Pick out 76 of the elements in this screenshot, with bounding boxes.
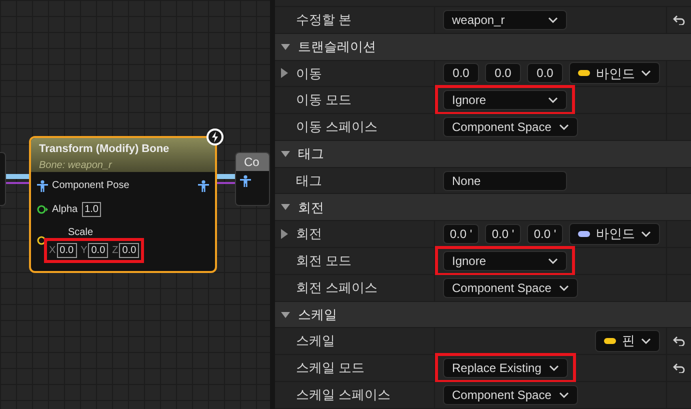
chevron-down-icon xyxy=(548,258,558,264)
collapse-triangle-icon xyxy=(281,312,290,318)
number-field[interactable]: 0.0 xyxy=(527,63,563,84)
property-label: 이동 스페이스 xyxy=(296,118,378,136)
transform-node[interactable]: Transform (Modify) Bone Bone: weapon_r Component Pose Alpha 1.0 Scale X 0.0 Y 0.0 Z 0.0 xyxy=(29,136,217,273)
pose-pin-icon xyxy=(37,180,48,192)
collapse-triangle-icon xyxy=(281,204,290,210)
number-field[interactable]: 0.0 ' xyxy=(443,224,479,244)
chevron-down-icon xyxy=(559,392,570,398)
chevron-down-icon xyxy=(559,284,570,291)
binding-dropdown[interactable]: 바인드 xyxy=(569,62,660,84)
property-label: 회전 모드 xyxy=(296,252,352,270)
section-title: 회전 xyxy=(298,198,324,217)
graph-canvas[interactable]: Co Transform (Modify) Bone Bone: weapon_r Component Pose Alpha 1.0 Scale X 0.0 Y 0.0 Z 0.0 xyxy=(0,0,270,409)
dropdown[interactable]: Component Space xyxy=(443,385,578,406)
pin-label: Alpha xyxy=(52,203,78,217)
reset-arrow-icon[interactable] xyxy=(673,336,685,346)
section-header[interactable]: 회전 xyxy=(275,194,691,222)
property-label: 태그 xyxy=(296,172,322,190)
dropdown[interactable]: Component Space xyxy=(443,278,578,298)
number-field[interactable]: 1.0 xyxy=(82,202,102,217)
expand-triangle-icon[interactable] xyxy=(281,228,288,239)
dropdown[interactable]: Replace Existing xyxy=(443,358,568,378)
node[interactable]: Co xyxy=(235,152,270,206)
property-label: 이동 xyxy=(296,64,322,83)
property-label: 스케일 모드 xyxy=(296,359,365,378)
dropdown[interactable]: weapon_r xyxy=(443,10,567,30)
dropdown[interactable]: Ignore xyxy=(443,250,567,271)
number-field[interactable]: 0.0 ' xyxy=(527,224,563,244)
pose-pin-icon xyxy=(240,175,251,187)
axis-label: Y xyxy=(80,244,88,258)
float-pin-icon[interactable] xyxy=(37,205,48,214)
chevron-down-icon xyxy=(641,70,651,76)
property-label: 스케일 스페이스 xyxy=(296,386,391,404)
number-field[interactable]: 0.0 xyxy=(56,243,77,258)
property-label: 수정할 본 xyxy=(296,11,352,30)
lightning-badge-icon xyxy=(206,128,224,146)
dropdown[interactable]: Ignore xyxy=(443,90,567,110)
section-header[interactable]: 트랜슬레이션 xyxy=(275,34,691,61)
chevron-down-icon xyxy=(559,124,570,130)
section-title: 스케일 xyxy=(298,306,337,324)
text-field[interactable]: None xyxy=(443,170,567,191)
property-label: 회전 xyxy=(296,225,322,244)
node-subtitle: Bone: weapon_r xyxy=(39,158,113,172)
reset-arrow-icon[interactable] xyxy=(673,14,685,25)
pin-label: Scale xyxy=(68,228,94,238)
number-field[interactable]: 0.0 xyxy=(88,243,108,258)
section-header[interactable]: 스케일 xyxy=(275,302,691,328)
chevron-down-icon xyxy=(548,16,558,23)
number-field[interactable]: 0.0 xyxy=(119,243,140,258)
pin-label: Component Pose xyxy=(52,179,130,193)
property-label: 회전 스페이스 xyxy=(296,279,378,298)
binding-dropdown[interactable]: 핀 xyxy=(595,330,660,352)
node-title: Transform (Modify) Bone xyxy=(39,142,170,157)
node-title: Co xyxy=(236,153,269,171)
collapse-triangle-icon xyxy=(281,44,290,50)
property-label: 스케일 xyxy=(296,332,335,350)
number-field[interactable]: 0.0 ' xyxy=(485,224,521,244)
axis-label: Z xyxy=(112,244,118,258)
number-field[interactable]: 0.0 xyxy=(443,63,479,84)
pose-pin-icon xyxy=(198,180,209,192)
chevron-down-icon xyxy=(641,230,651,237)
property-label: 이동 모드 xyxy=(296,91,352,110)
binding-dropdown[interactable]: 바인드 xyxy=(569,222,660,245)
dropdown[interactable]: Component Space xyxy=(443,117,578,138)
axis-label: X xyxy=(49,244,56,258)
chevron-down-icon xyxy=(548,97,558,104)
number-field[interactable]: 0.0 xyxy=(485,63,521,84)
section-header[interactable]: 태그 xyxy=(275,141,691,168)
section-title: 태그 xyxy=(298,145,324,164)
chevron-down-icon xyxy=(549,365,560,372)
collapse-triangle-icon xyxy=(281,151,290,158)
reset-arrow-icon[interactable] xyxy=(673,363,685,374)
chevron-down-icon xyxy=(641,338,651,344)
expand-triangle-icon[interactable] xyxy=(281,68,288,78)
section-title: 트랜슬레이션 xyxy=(298,38,376,56)
